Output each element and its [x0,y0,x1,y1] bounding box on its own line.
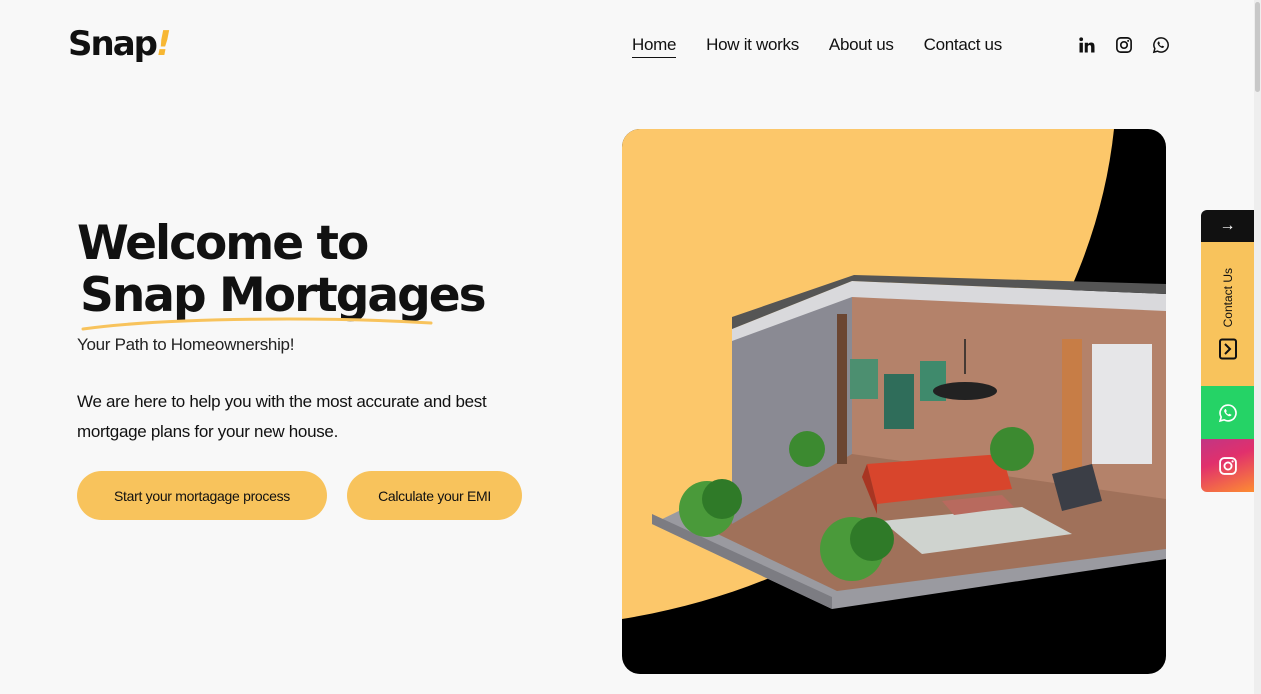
brand-mark: ! [155,24,171,64]
contact-us-tab[interactable]: Contact Us [1201,242,1254,386]
hero-description: We are here to help you with the most ac… [77,392,487,441]
panel-toggle-button[interactable]: → [1201,210,1254,242]
whatsapp-float-button[interactable] [1201,386,1254,439]
linkedin-icon[interactable] [1077,35,1097,55]
arrow-right-icon: → [1219,217,1236,234]
brand-logo[interactable]: Snap! [68,24,171,64]
nav-item-about-us[interactable]: About us [829,34,894,58]
page-scrollbar[interactable] [1254,0,1261,694]
social-links [1077,35,1171,55]
hero-title: Welcome to Snap Mortgages [77,216,487,322]
main-nav: Home How it works About us Contact us [632,34,1002,58]
nav-item-contact-us[interactable]: Contact us [924,34,1003,58]
contact-us-label: Contact Us [1220,268,1235,328]
nav-item-home[interactable]: Home [632,34,676,58]
whatsapp-icon [1218,403,1237,422]
instagram-icon [1218,456,1237,475]
floating-contact-panel: → Contact Us [1201,210,1254,492]
brand-name: Snap [68,24,158,64]
hero-title-line1: Welcome to [77,216,369,271]
instagram-icon[interactable] [1114,35,1134,55]
hero-tagline: Your Path to Homeownership! [77,335,295,354]
contact-card-icon [1218,338,1237,360]
title-underline-decoration [81,317,433,331]
start-mortgage-button[interactable]: Start your mortagage process [77,471,327,520]
nav-item-how-it-works[interactable]: How it works [706,34,799,58]
whatsapp-icon[interactable] [1151,35,1171,55]
calculate-emi-button[interactable]: Calculate your EMI [347,471,522,520]
scrollbar-thumb[interactable] [1255,2,1260,92]
instagram-float-button[interactable] [1201,439,1254,492]
hero-image [622,129,1166,674]
